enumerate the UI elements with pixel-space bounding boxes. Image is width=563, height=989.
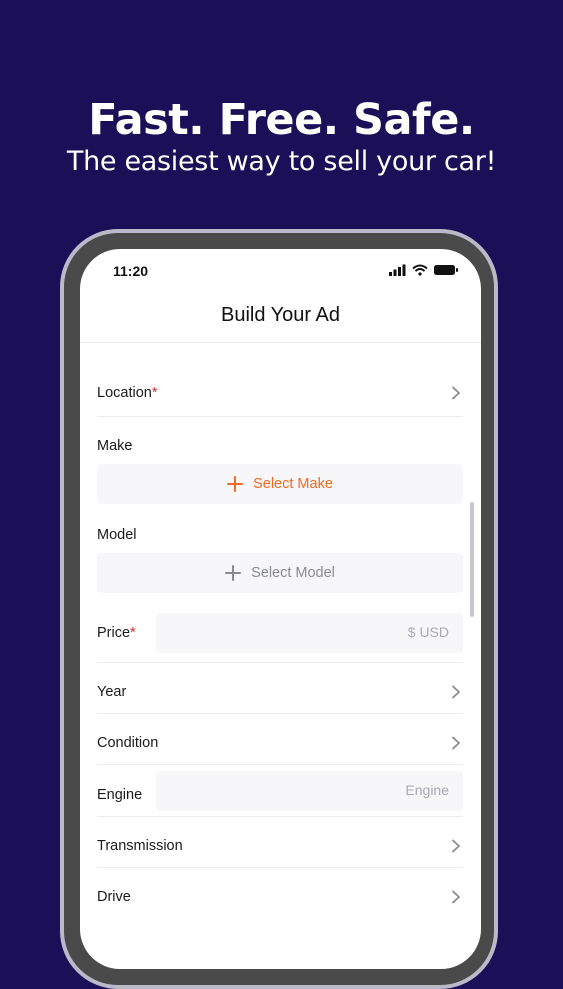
- plus-icon: [225, 565, 242, 581]
- condition-row[interactable]: Condition: [97, 719, 463, 769]
- drive-row[interactable]: Drive: [97, 873, 463, 923]
- chevron-right-icon: [452, 685, 460, 699]
- screen-title: Build Your Ad: [221, 304, 340, 326]
- status-time: 11:20: [113, 263, 149, 279]
- drive-label: Drive: [97, 889, 131, 905]
- chevron-right-icon: [452, 839, 460, 853]
- required-marker: *: [151, 385, 158, 401]
- engine-placeholder: Engine: [405, 782, 449, 798]
- required-marker: *: [130, 625, 136, 641]
- price-label: Price*: [97, 625, 136, 641]
- scrollbar[interactable]: [470, 502, 474, 617]
- cellular-signal-icon: [389, 264, 406, 276]
- transmission-row[interactable]: Transmission: [97, 822, 463, 872]
- location-label: Location*: [97, 385, 158, 401]
- engine-label: Engine: [97, 787, 143, 803]
- price-input[interactable]: $ USD: [156, 613, 463, 653]
- status-bar: 11:20: [80, 249, 481, 293]
- model-label: Model: [97, 527, 137, 543]
- row-divider: [97, 816, 463, 817]
- phone-screen: 11:20 Build Your Ad Location* Make Selec…: [80, 249, 481, 969]
- row-divider: [97, 662, 463, 663]
- select-make-button[interactable]: Select Make: [97, 464, 463, 504]
- row-divider: [97, 713, 463, 714]
- price-placeholder: $ USD: [407, 624, 449, 640]
- row-divider: [97, 867, 463, 868]
- select-model-text: Select Model: [251, 565, 335, 581]
- row-divider: [97, 764, 463, 765]
- wifi-icon: [412, 264, 428, 276]
- chevron-right-icon: [452, 890, 460, 904]
- chevron-right-icon: [452, 736, 460, 750]
- select-model-button[interactable]: Select Model: [97, 553, 463, 593]
- transmission-label: Transmission: [97, 838, 183, 854]
- battery-icon: [434, 265, 458, 275]
- hero-subline: The easiest way to sell your car!: [66, 146, 497, 177]
- year-label: Year: [97, 684, 127, 700]
- condition-label: Condition: [97, 735, 159, 751]
- hero-headline: Fast. Free. Safe.: [88, 95, 475, 145]
- engine-input[interactable]: Engine: [156, 771, 463, 811]
- chevron-right-icon: [452, 386, 460, 400]
- plus-icon: [227, 476, 244, 492]
- location-row[interactable]: Location*: [97, 369, 463, 419]
- make-label: Make: [97, 438, 133, 454]
- select-make-text: Select Make: [253, 476, 333, 492]
- status-icons: [389, 264, 458, 276]
- year-row[interactable]: Year: [97, 668, 463, 718]
- title-divider: [80, 342, 481, 343]
- row-divider: [97, 416, 463, 417]
